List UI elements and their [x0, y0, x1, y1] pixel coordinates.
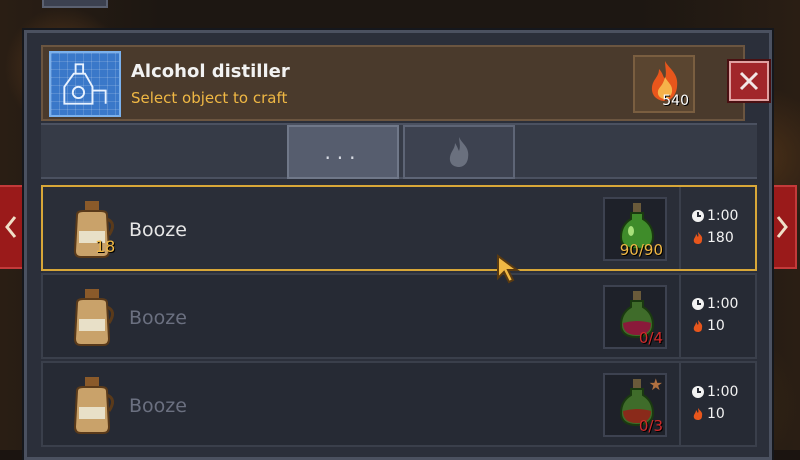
cursor-icon [497, 254, 521, 284]
ingredient-count: 0/4 [638, 329, 663, 347]
flame-icon [449, 137, 469, 167]
more-dots-icon: ... [324, 140, 362, 164]
owned-count: 18 [95, 237, 116, 256]
fuel-cost: 10 [707, 406, 725, 422]
star-icon: ★ [648, 375, 663, 394]
row-divider [679, 187, 681, 269]
booze-jug-icon [73, 377, 114, 434]
recipe-row[interactable]: Booze 0/4 1:00 10 [41, 273, 757, 359]
recipe-stats: 1:00 10 [691, 293, 738, 337]
ingredient-count: 90/90 [619, 241, 663, 259]
blueprint-distiller-icon [49, 51, 121, 117]
clock-icon [692, 386, 704, 398]
tab-more[interactable]: ... [287, 125, 399, 179]
ingredient-count: 0/3 [638, 417, 663, 435]
ingredient-slot: 0/4 [603, 285, 667, 349]
tab-fuel[interactable] [403, 125, 515, 179]
chevron-right-icon [776, 216, 788, 238]
fuel-cost: 10 [707, 318, 725, 334]
recipe-name: Booze [129, 219, 187, 241]
recipe-row[interactable]: Booze ★ 0/3 1:00 10 [41, 361, 757, 447]
craft-time: 1:00 [707, 296, 739, 312]
booze-jug-icon [73, 289, 114, 346]
clock-icon [692, 210, 704, 222]
recipe-stats: 1:00 180 [691, 205, 738, 249]
fuel-value: 540 [662, 93, 689, 109]
recipe-name: Booze [129, 307, 187, 329]
clock-icon [692, 298, 704, 310]
chevron-left-icon [5, 216, 17, 238]
recipe-stats: 1:00 10 [691, 381, 738, 425]
window-subtitle: Select object to craft [131, 89, 288, 107]
tab-bar: ... [41, 123, 757, 179]
window-title: Alcohol distiller [131, 61, 290, 82]
fuel-cost: 180 [707, 230, 734, 246]
ingredient-slot: ★ 0/3 [603, 373, 667, 437]
flame-icon [693, 408, 703, 420]
craft-time: 1:00 [707, 384, 739, 400]
close-icon [739, 71, 759, 91]
row-divider [679, 363, 681, 445]
background-frame-top [42, 0, 108, 8]
row-divider [679, 275, 681, 357]
ingredient-slot: 90/90 [603, 197, 667, 261]
prev-page-arrow[interactable] [0, 185, 26, 269]
craft-time: 1:00 [707, 208, 739, 224]
flame-icon [693, 320, 703, 332]
recipe-name: Booze [129, 395, 187, 417]
panel-header: Alcohol distiller Select object to craft… [41, 45, 771, 121]
close-button[interactable] [727, 59, 771, 103]
crafting-panel: Alcohol distiller Select object to craft… [24, 30, 772, 460]
flame-icon [693, 232, 703, 244]
fuel-indicator: 540 [633, 55, 695, 113]
recipe-row[interactable]: 18 Booze 90/90 1:00 180 [41, 185, 757, 271]
